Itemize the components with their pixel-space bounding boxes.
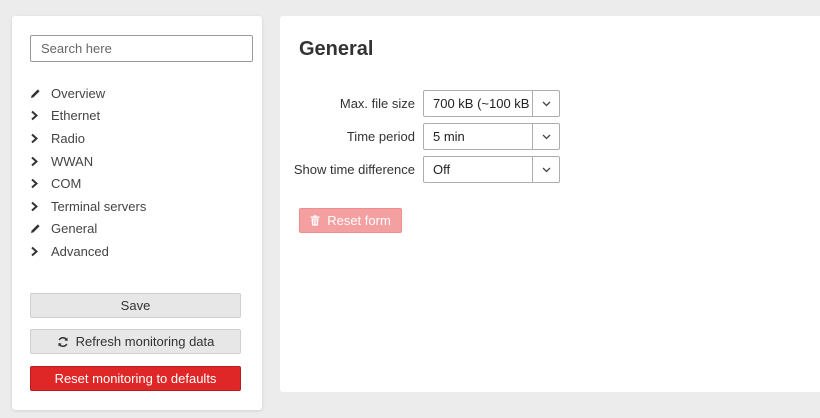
chevron-right-icon [30, 201, 51, 212]
pencil-icon [30, 223, 51, 234]
chevron-right-icon [30, 156, 51, 167]
field-row-show-time-difference: Show time difference Off [280, 156, 560, 183]
sidebar-item-wwan[interactable]: WWAN [30, 150, 146, 173]
show-time-difference-select[interactable]: Off [423, 156, 560, 183]
time-period-select[interactable]: 5 min [423, 123, 560, 150]
sidebar-item-terminal-servers[interactable]: Terminal servers [30, 195, 146, 218]
reset-monitoring-defaults-button[interactable]: Reset monitoring to defaults [30, 366, 241, 391]
field-label: Max. file size [339, 96, 415, 111]
chevron-right-icon [30, 246, 51, 257]
field-row-max-file-size: Max. file size 700 kB (~100 kB [280, 90, 560, 117]
sidebar-item-label: Terminal servers [51, 198, 147, 214]
sidebar-item-label: Advanced [51, 243, 109, 259]
reset-form-button[interactable]: Reset form [299, 208, 402, 233]
save-button[interactable]: Save [30, 293, 241, 318]
sidebar-item-label: COM [51, 176, 82, 192]
reset-monitoring-defaults-label: Reset monitoring to defaults [54, 371, 217, 386]
sidebar-item-com[interactable]: COM [30, 172, 146, 195]
sidebar-nav: Overview Ethernet Radio WWAN COM Termina… [30, 82, 146, 263]
chevron-down-icon [532, 157, 559, 182]
chevron-down-icon [532, 91, 559, 116]
chevron-right-icon [30, 133, 51, 144]
select-value: 700 kB (~100 kB [433, 96, 530, 111]
main-panel: General Max. file size 700 kB (~100 kB T… [280, 16, 820, 392]
sidebar-item-radio[interactable]: Radio [30, 127, 146, 150]
refresh-monitoring-label: Refresh monitoring data [75, 334, 215, 349]
sidebar-item-ethernet[interactable]: Ethernet [30, 105, 146, 128]
save-button-label: Save [120, 298, 151, 313]
sidebar-item-overview[interactable]: Overview [30, 82, 146, 105]
trash-icon [310, 215, 320, 226]
field-row-time-period: Time period 5 min [280, 123, 560, 150]
sidebar: Overview Ethernet Radio WWAN COM [12, 16, 262, 410]
field-label: Show time difference [293, 162, 415, 177]
select-value: Off [433, 162, 451, 177]
sidebar-item-label: General [51, 221, 98, 237]
max-file-size-select[interactable]: 700 kB (~100 kB [423, 90, 560, 117]
chevron-right-icon [30, 110, 51, 121]
chevron-right-icon [30, 178, 51, 189]
sidebar-item-label: Radio [51, 130, 85, 146]
pencil-icon [30, 88, 51, 99]
sidebar-item-label: Overview [51, 85, 106, 101]
chevron-down-icon [532, 124, 559, 149]
refresh-icon [57, 336, 69, 348]
sidebar-item-general[interactable]: General [30, 218, 146, 241]
field-label: Time period [346, 129, 415, 144]
select-value: 5 min [433, 129, 465, 144]
search-input[interactable] [30, 35, 253, 62]
sidebar-item-label: WWAN [51, 153, 94, 169]
sidebar-item-advanced[interactable]: Advanced [30, 240, 146, 263]
page-title: General [299, 38, 374, 60]
reset-form-label: Reset form [327, 213, 391, 228]
refresh-monitoring-button[interactable]: Refresh monitoring data [30, 329, 241, 354]
sidebar-item-label: Ethernet [51, 108, 101, 124]
